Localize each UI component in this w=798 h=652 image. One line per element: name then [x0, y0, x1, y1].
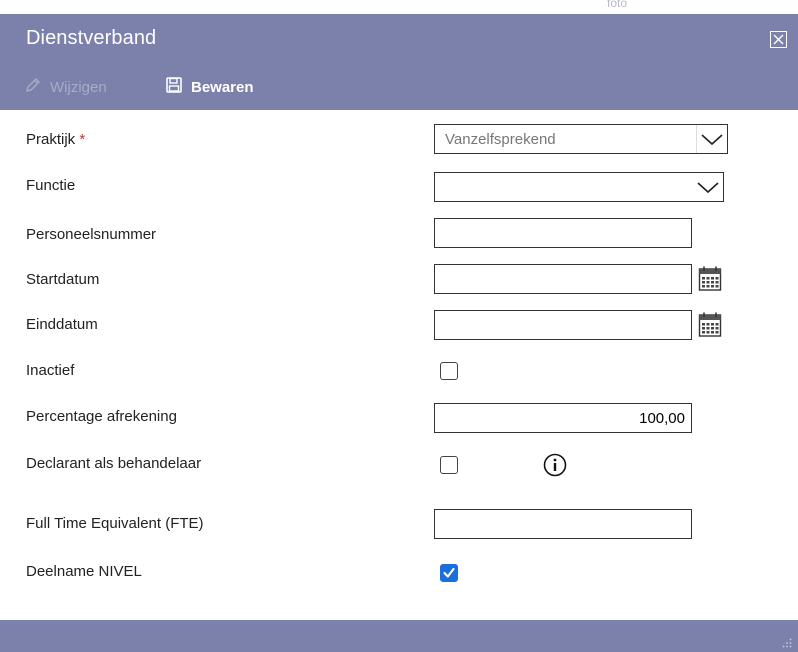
chevron-down-icon	[696, 125, 723, 153]
save-button[interactable]: Bewaren	[165, 77, 254, 97]
functie-label: Functie	[26, 177, 76, 194]
dialog-titlebar[interactable]: Dienstverband	[0, 14, 798, 64]
dialog-title: Dienstverband	[26, 27, 157, 49]
inactief-checkbox[interactable]	[440, 362, 458, 380]
startdatum-input[interactable]	[434, 264, 692, 294]
inactief-label: Inactief	[26, 362, 75, 379]
personeelsnummer-input[interactable]	[434, 218, 692, 248]
edit-button[interactable]: Wijzigen	[24, 77, 107, 97]
save-label: Bewaren	[191, 78, 254, 96]
functie-select[interactable]	[434, 172, 724, 202]
dienstverband-dialog: Dienstverband Wijzigen Bewaren Praktijk …	[0, 14, 798, 652]
info-icon[interactable]	[543, 453, 567, 477]
declarant-label: Declarant als behandelaar	[26, 455, 202, 472]
nivel-checkbox[interactable]	[440, 564, 458, 582]
close-icon	[773, 34, 784, 45]
praktijk-label-text: Praktijk	[26, 131, 76, 148]
background-fragment-text: foto	[607, 0, 628, 10]
calendar-icon[interactable]	[698, 266, 722, 292]
einddatum-input[interactable]	[434, 310, 692, 340]
percentage-input[interactable]	[434, 403, 692, 433]
fte-input[interactable]	[434, 509, 692, 539]
dialog-footer	[0, 620, 798, 652]
einddatum-label: Einddatum	[26, 316, 98, 333]
chevron-down-icon	[697, 182, 719, 194]
floppy-disk-icon	[165, 76, 183, 98]
declarant-checkbox[interactable]	[440, 456, 458, 474]
edit-label: Wijzigen	[50, 78, 107, 96]
pencil-icon	[24, 76, 42, 98]
required-mark: *	[79, 131, 86, 148]
nivel-label: Deelname NIVEL	[26, 563, 142, 580]
percentage-label: Percentage afrekening	[26, 408, 177, 425]
fte-label: Full Time Equivalent (FTE)	[26, 515, 204, 532]
praktijk-select[interactable]: Vanzelfsprekend	[434, 124, 728, 154]
praktijk-label: Praktijk *	[26, 131, 85, 148]
calendar-icon[interactable]	[698, 312, 722, 338]
personeelsnummer-label: Personeelsnummer	[26, 226, 157, 243]
startdatum-label: Startdatum	[26, 271, 100, 288]
resize-grip-icon[interactable]	[782, 638, 792, 648]
close-button[interactable]	[770, 31, 787, 48]
dialog-toolbar: Wijzigen Bewaren	[0, 64, 798, 110]
praktijk-value: Vanzelfsprekend	[445, 131, 556, 148]
checkmark-icon	[443, 567, 455, 578]
